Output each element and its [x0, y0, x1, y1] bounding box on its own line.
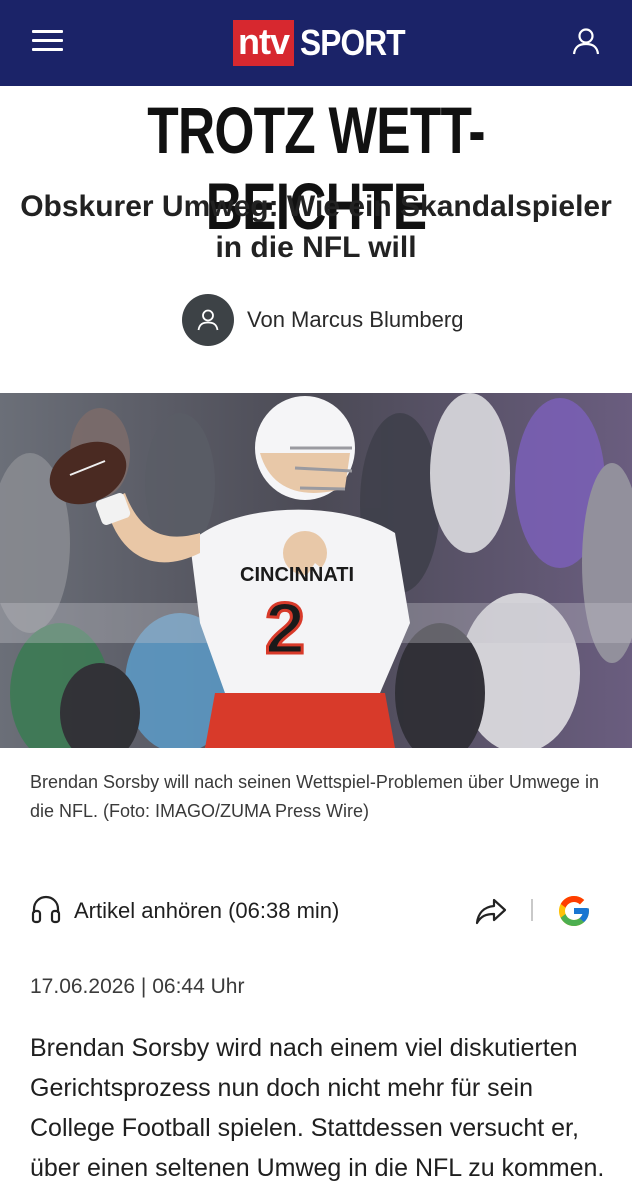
toolbar-divider: [531, 899, 533, 921]
headphones-icon: [30, 893, 62, 930]
top-nav-bar: ntv SPORT: [0, 0, 632, 86]
person-icon: [182, 294, 234, 346]
jersey-text: CINCINNATI: [240, 564, 354, 586]
author-byline[interactable]: Von Marcus Blumberg: [182, 294, 463, 346]
jersey-number: 2: [265, 589, 305, 669]
logo-sport: SPORT: [300, 22, 406, 63]
article-dateline: 17.06.2026 | 06:44 Uhr: [30, 975, 245, 998]
image-caption: Brendan Sorsby will nach seinen Wettspie…: [30, 772, 599, 821]
hamburger-menu-icon[interactable]: [32, 28, 64, 54]
share-arrow-icon[interactable]: [474, 895, 508, 927]
article-lead: Brendan Sorsby wird nach einem viel disk…: [30, 1034, 605, 1182]
listen-label: Artikel anhören (06:38 min): [74, 898, 340, 923]
google-icon[interactable]: [556, 893, 592, 929]
article-toolbar: Artikel anhören (06:38 min): [30, 890, 602, 932]
listen-article-button[interactable]: Artikel anhören (06:38 min): [30, 890, 339, 932]
author-name: Von Marcus Blumberg: [247, 307, 464, 332]
user-icon[interactable]: [570, 26, 602, 58]
article-headline: Obskurer Umweg: Wie ein Skandalspieler i…: [20, 190, 612, 264]
logo-ntv: ntv: [233, 20, 294, 66]
hero-image[interactable]: CINCINNATI 2: [0, 393, 632, 748]
ntv-sport-logo[interactable]: ntv SPORT: [233, 20, 419, 66]
